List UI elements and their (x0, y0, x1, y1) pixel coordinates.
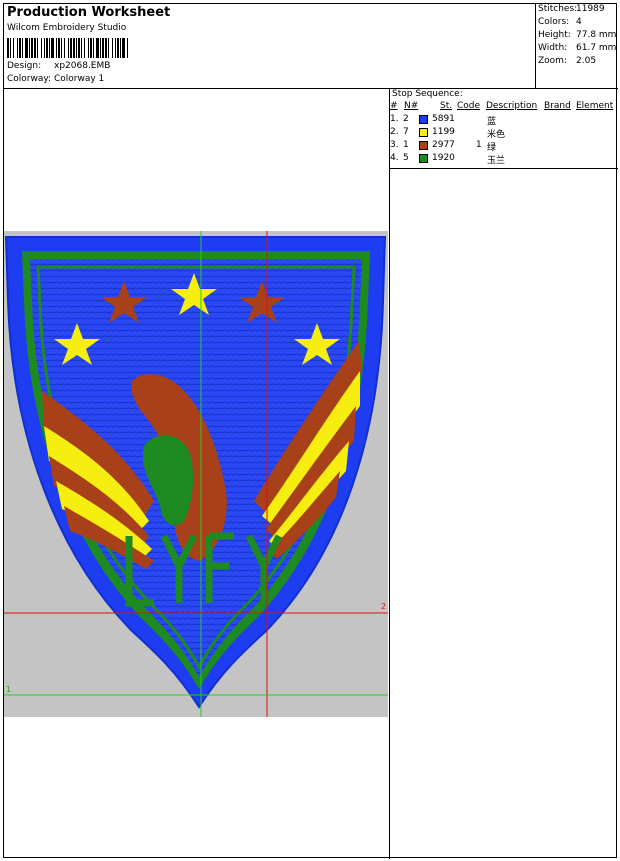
stat-stitches: Stitches:11989 (535, 4, 618, 17)
stat-height: Height: 77.8 mm (535, 30, 618, 43)
stat-label: Zoom: (538, 56, 567, 66)
design-row: Design: xp2068.EMB (7, 61, 110, 71)
row-stitches: 1199 (432, 127, 455, 137)
col-st: St. (440, 101, 453, 111)
stat-value: 4 (576, 17, 582, 27)
row-stitches: 1920 (432, 153, 455, 163)
col-code: Code (457, 101, 481, 111)
stat-width: Width: 61.7 mm (535, 43, 618, 56)
stat-colors: Colors: 4 (535, 17, 618, 30)
colorway-label: Colorway: (7, 74, 52, 84)
stop-sequence-row[interactable]: 3. 1 2977 1 绿 (390, 140, 618, 153)
col-description: Description (486, 101, 538, 111)
col-brand: Brand (544, 101, 571, 111)
row-number: 2. (390, 127, 399, 137)
stop-sequence-header: # N# St. Code Description Brand Element (390, 101, 618, 113)
colorway-value: Colorway 1 (54, 74, 105, 84)
color-swatch (419, 128, 428, 137)
row-needle: 2 (403, 114, 409, 124)
stop-sequence-row[interactable]: 1. 2 5891 蓝 (390, 114, 618, 127)
color-swatch (419, 154, 428, 163)
software-name: Wilcom Embroidery Studio (7, 23, 127, 33)
guide-label-2: 2 (381, 602, 387, 611)
worksheet-title: Production Worksheet (7, 5, 171, 20)
row-number: 4. (390, 153, 399, 163)
col-element: Element (576, 101, 614, 111)
row-description: 绿 (487, 143, 497, 153)
worksheet-frame: Production Worksheet Wilcom Embroidery S… (3, 3, 618, 859)
stat-label: Stitches: (538, 4, 578, 14)
stop-sequence-pane: Stop Sequence: # N# St. Code Description… (390, 88, 618, 859)
row-needle: 5 (403, 153, 409, 163)
color-swatch (419, 141, 428, 150)
design-canvas[interactable]: 2 1 (4, 231, 388, 717)
embroidery-design (4, 231, 388, 717)
stop-sequence-title: Stop Sequence: (392, 89, 463, 99)
design-stats: Stitches:11989 Colors: 4 Height: 77.8 mm W… (535, 4, 618, 89)
stop-sequence-row[interactable]: 2. 7 1199 米色 (390, 127, 618, 140)
stat-label: Height: (538, 30, 571, 40)
design-value: xp2068.EMB (54, 61, 111, 71)
row-number: 1. (390, 114, 399, 124)
row-needle: 1 (403, 140, 409, 150)
guide-label-1: 1 (6, 685, 12, 694)
col-num: # (390, 101, 398, 111)
row-number: 3. (390, 140, 399, 150)
row-description: 米色 (487, 130, 506, 140)
stat-label: Width: (538, 43, 568, 53)
row-stitches: 2977 (432, 140, 455, 150)
stat-value: 11989 (576, 4, 605, 14)
barcode (7, 38, 128, 58)
worksheet-header: Production Worksheet Wilcom Embroidery S… (4, 4, 536, 89)
stat-value: 77.8 mm (576, 30, 617, 40)
stop-sequence-row[interactable]: 4. 5 1920 玉兰 (390, 153, 618, 166)
stat-zoom: Zoom: 2.05 (535, 56, 618, 69)
stat-value: 2.05 (576, 56, 597, 66)
design-label: Design: (7, 61, 42, 71)
row-description: 蓝 (487, 117, 497, 127)
row-code: 1 (476, 140, 482, 150)
row-description: 玉兰 (487, 156, 506, 166)
stat-value: 61.7 mm (576, 43, 617, 53)
stat-label: Colors: (538, 17, 570, 27)
row-stitches: 5891 (432, 114, 455, 124)
stop-sequence-table: Stop Sequence: # N# St. Code Description… (390, 88, 618, 169)
design-preview-pane: 2 1 (4, 88, 390, 859)
col-n: N# (404, 101, 419, 111)
colorway-row: Colorway: Colorway 1 (7, 74, 104, 84)
color-swatch (419, 115, 428, 124)
row-needle: 7 (403, 127, 409, 137)
